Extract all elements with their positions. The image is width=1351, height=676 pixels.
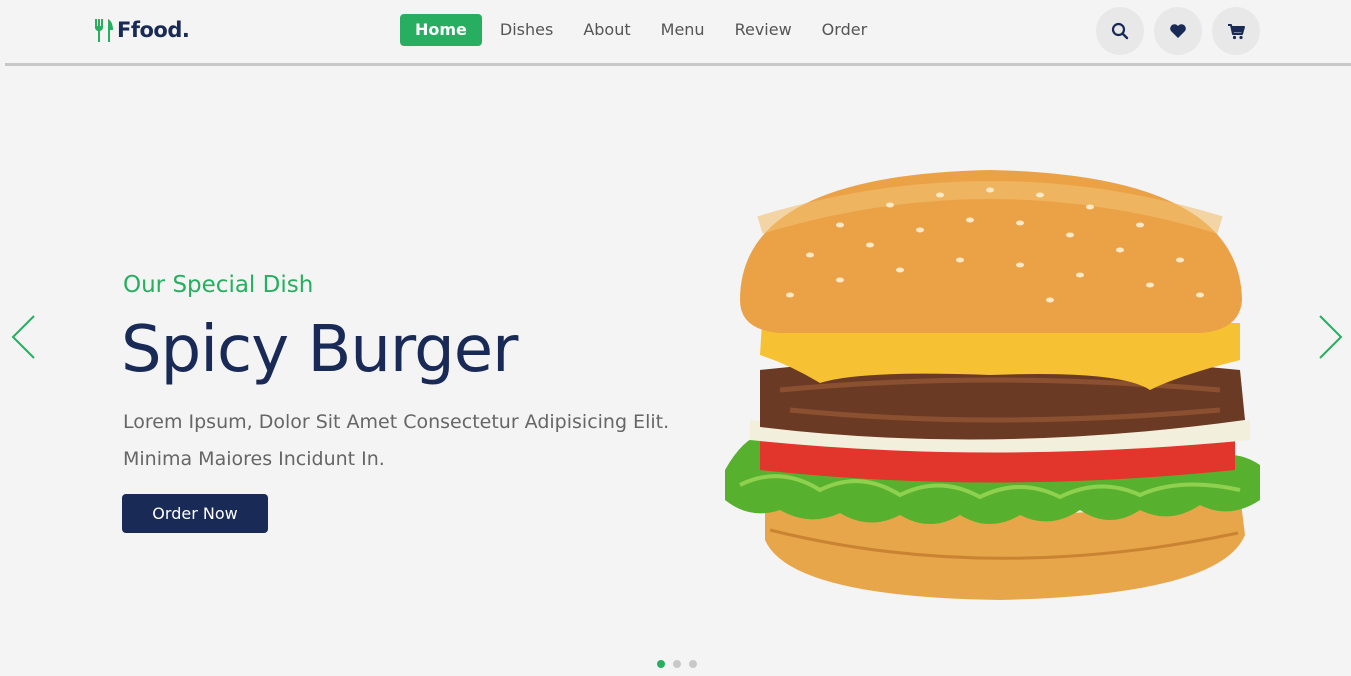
brand-name: Ffood.: [117, 18, 190, 42]
nav-item-order[interactable]: Order: [807, 14, 882, 46]
header-icons: [1096, 7, 1260, 55]
order-now-button[interactable]: Order Now: [122, 494, 268, 533]
slider-dot-2[interactable]: [673, 660, 681, 668]
logo[interactable]: Ffood.: [93, 15, 190, 45]
slider-dot-1[interactable]: [657, 660, 665, 668]
slider-next-button[interactable]: [1316, 313, 1346, 361]
main-nav: Home Dishes About Menu Review Order: [400, 14, 882, 46]
heart-icon: [1170, 24, 1186, 38]
hero-subtitle: Our Special Dish: [123, 272, 314, 298]
nav-item-menu[interactable]: Menu: [646, 14, 720, 46]
slider-prev-button[interactable]: [8, 313, 38, 361]
favorites-button[interactable]: [1154, 7, 1202, 55]
chevron-left-icon: [11, 315, 35, 359]
header-divider: [5, 63, 1351, 66]
nav-item-review[interactable]: Review: [720, 14, 807, 46]
slider-dot-3[interactable]: [689, 660, 697, 668]
nav-item-about[interactable]: About: [568, 14, 645, 46]
hero-description-line2: Minima Maiores Incidunt In.: [123, 448, 385, 470]
hero-title: Spicy Burger: [121, 313, 518, 387]
search-icon: [1111, 22, 1129, 40]
nav-item-dishes[interactable]: Dishes: [485, 14, 568, 46]
hero-description-line1: Lorem Ipsum, Dolor Sit Amet Consectetur …: [123, 411, 670, 433]
chevron-right-icon: [1319, 315, 1343, 359]
utensils-icon: [95, 19, 113, 42]
slider-pagination: [657, 660, 697, 668]
hero-description: Lorem Ipsum, Dolor Sit Amet Consectetur …: [123, 404, 723, 478]
site-header: Ffood. Home Dishes About Menu Review Ord…: [0, 0, 1351, 66]
nav-item-home[interactable]: Home: [400, 14, 482, 46]
search-button[interactable]: [1096, 7, 1144, 55]
cart-icon: [1227, 23, 1245, 39]
cart-button[interactable]: [1212, 7, 1260, 55]
burger-image: [725, 170, 1260, 600]
